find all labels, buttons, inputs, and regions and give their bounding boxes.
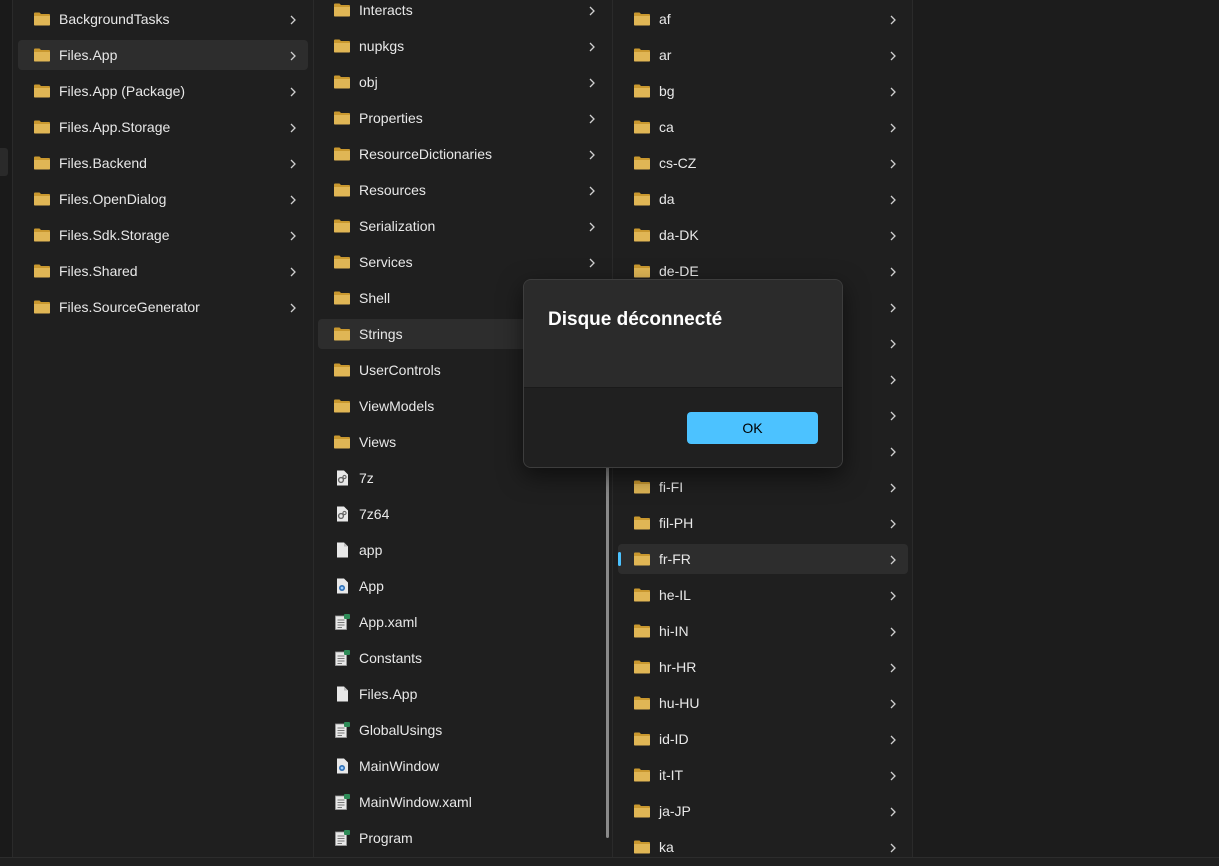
ok-button[interactable]: OK xyxy=(687,412,818,444)
dialog-body: Disque déconnecté xyxy=(524,280,842,387)
dialog-title: Disque déconnecté xyxy=(548,309,723,330)
disconnected-drive-dialog: Disque déconnecté OK xyxy=(523,279,843,468)
dialog-overlay: Disque déconnecté OK xyxy=(0,0,1219,865)
dialog-footer: OK xyxy=(524,387,842,467)
